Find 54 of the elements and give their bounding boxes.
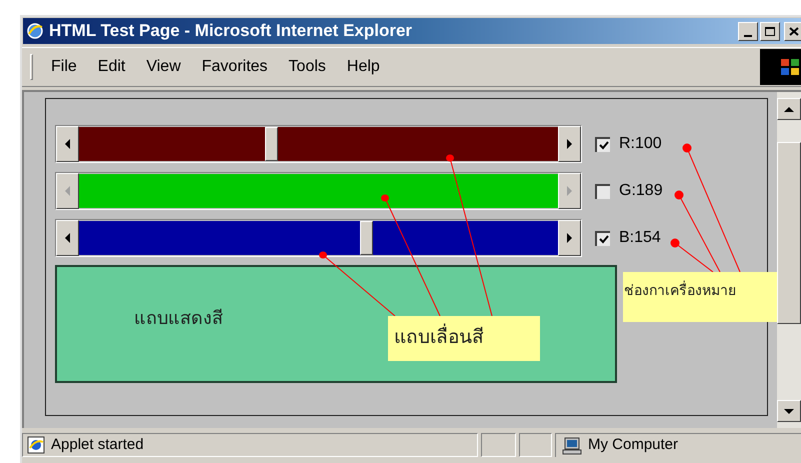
menu-item[interactable]: Tools <box>280 55 334 79</box>
callout-note: ช่องกาเครื่องหมาย <box>623 272 777 322</box>
status-pane <box>481 433 516 457</box>
triangle-icon <box>64 186 71 196</box>
vertical-scrollbar[interactable] <box>777 92 801 428</box>
slider-thumb[interactable] <box>264 127 278 161</box>
color-slider[interactable] <box>55 219 582 257</box>
checkbox[interactable] <box>595 184 610 198</box>
scroll-left-button[interactable] <box>56 220 79 256</box>
triangle-icon <box>784 106 794 112</box>
status-pane <box>519 433 552 457</box>
menu-item[interactable]: Favorites <box>194 55 276 79</box>
scroll-left-button[interactable] <box>56 173 79 209</box>
color-slider[interactable] <box>55 172 582 210</box>
checkmark-icon <box>598 140 608 150</box>
maximize-icon <box>765 26 775 36</box>
minimize-button[interactable] <box>738 22 758 40</box>
triangle-icon <box>64 233 71 243</box>
close-icon <box>789 26 799 36</box>
scroll-down-button[interactable] <box>777 400 801 422</box>
scroll-up-button[interactable] <box>777 98 801 120</box>
scroll-right-button[interactable] <box>558 126 581 162</box>
computer-icon <box>562 436 582 454</box>
preview-label: แถบแสดงสี <box>134 308 223 328</box>
triangle-icon <box>566 186 573 196</box>
globe-icon <box>27 436 45 454</box>
globe-icon <box>26 22 44 40</box>
triangle-icon <box>566 233 573 243</box>
triangle-icon <box>64 139 71 149</box>
scroll-right-button[interactable] <box>558 220 581 256</box>
slider-thumb[interactable] <box>360 221 374 255</box>
close-button[interactable] <box>784 22 801 40</box>
channel-label: B:154 <box>619 228 661 248</box>
checkmark-icon <box>598 234 608 244</box>
zone-label: My Computer <box>588 435 678 456</box>
triangle-icon <box>566 139 573 149</box>
checkbox[interactable] <box>595 230 610 246</box>
menu-item[interactable]: File <box>43 55 85 79</box>
maximize-button[interactable] <box>760 22 780 40</box>
color-slider[interactable] <box>55 125 582 163</box>
checkbox[interactable] <box>595 136 610 152</box>
scroll-left-button[interactable] <box>56 126 79 162</box>
scrollbar-thumb[interactable] <box>777 142 801 324</box>
menu-item[interactable]: Help <box>338 55 388 79</box>
window-title: HTML Test Page - Microsoft Internet Explorer <box>49 20 412 42</box>
channel-label: R:100 <box>619 134 662 154</box>
callout-note: แถบเลื่อนสี <box>388 316 540 361</box>
triangle-icon <box>784 408 794 414</box>
scroll-right-button[interactable] <box>558 173 581 209</box>
channel-label: G:189 <box>619 181 663 201</box>
menu-item[interactable]: View <box>138 55 189 79</box>
menu-item[interactable]: Edit <box>90 55 134 79</box>
status-message: Applet started <box>51 434 144 455</box>
minimize-icon <box>744 34 752 36</box>
